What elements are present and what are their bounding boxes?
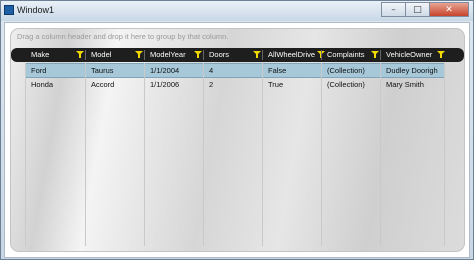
column-header-vehicleowner[interactable]: VehicleOwner	[380, 48, 445, 62]
cell-modelyear: 1/1/2004	[150, 66, 180, 75]
column-divider	[203, 63, 204, 246]
cell-modelyear: 1/1/2006	[150, 80, 180, 89]
column-header-label: Make	[31, 50, 50, 59]
column-divider	[25, 63, 26, 246]
data-grid: Drag a column header and drop it here to…	[10, 28, 465, 252]
cell-allwheeldrive: True	[268, 80, 284, 89]
cell-make: Ford	[31, 66, 47, 75]
filter-funnel-icon[interactable]	[371, 51, 379, 58]
application-window: Window1 – □ ✕ Drag a column header and d…	[0, 0, 474, 260]
column-header-allwheeldrive[interactable]: AllWheelDrive	[262, 48, 325, 62]
column-divider	[262, 63, 263, 246]
column-header-label: Complaints	[327, 50, 365, 59]
maximize-button[interactable]: □	[405, 2, 429, 17]
close-button[interactable]: ✕	[429, 2, 469, 17]
window-icon[interactable]	[4, 5, 14, 15]
column-header-make[interactable]: Make	[25, 48, 85, 62]
filter-funnel-icon[interactable]	[437, 51, 445, 58]
window-client-area: Drag a column header and drop it here to…	[4, 22, 470, 258]
cell-model: Accord	[91, 80, 115, 89]
minimize-button[interactable]: –	[381, 2, 405, 17]
column-divider	[380, 63, 381, 246]
column-header-modelyear[interactable]: ModelYear	[144, 48, 203, 62]
column-header-model[interactable]: Model	[85, 48, 144, 62]
column-header-row: Make Model ModelYear Doors AllWheelDrive…	[11, 48, 464, 62]
table-row[interactable]: Ford Taurus 1/1/2004 4 False (Collection…	[25, 63, 444, 78]
title-bar[interactable]: Window1 – □ ✕	[1, 1, 473, 21]
table-row[interactable]: Honda Accord 1/1/2006 2 True (Collection…	[25, 78, 444, 93]
filter-funnel-icon[interactable]	[76, 51, 84, 58]
cell-make: Honda	[31, 80, 54, 89]
window-title: Window1	[17, 5, 55, 15]
column-divider	[85, 63, 86, 246]
column-header-label: AllWheelDrive	[268, 50, 316, 59]
column-header-label: VehicleOwner	[386, 50, 433, 59]
column-header-label: Doors	[209, 50, 230, 59]
cell-complaints: (Collection)	[327, 66, 365, 75]
column-header-doors[interactable]: Doors	[203, 48, 262, 62]
group-panel[interactable]: Drag a column header and drop it here to…	[17, 32, 228, 41]
filter-funnel-icon[interactable]	[194, 51, 202, 58]
cell-doors: 4	[209, 66, 214, 75]
cell-model: Taurus	[91, 66, 114, 75]
column-divider	[144, 63, 145, 246]
column-divider	[321, 63, 322, 246]
filter-funnel-icon[interactable]	[253, 51, 261, 58]
cell-complaints: (Collection)	[327, 80, 365, 89]
cell-vehicleowner: Dudley Doorigh	[386, 66, 438, 75]
column-header-complaints[interactable]: Complaints	[321, 48, 380, 62]
cell-vehicleowner: Mary Smith	[386, 80, 424, 89]
cell-allwheeldrive: False	[268, 66, 287, 75]
cell-doors: 2	[209, 80, 214, 89]
filter-funnel-icon[interactable]	[135, 51, 143, 58]
column-header-label: ModelYear	[150, 50, 186, 59]
column-divider	[444, 63, 445, 246]
window-controls: – □ ✕	[381, 2, 469, 18]
column-header-label: Model	[91, 50, 112, 59]
